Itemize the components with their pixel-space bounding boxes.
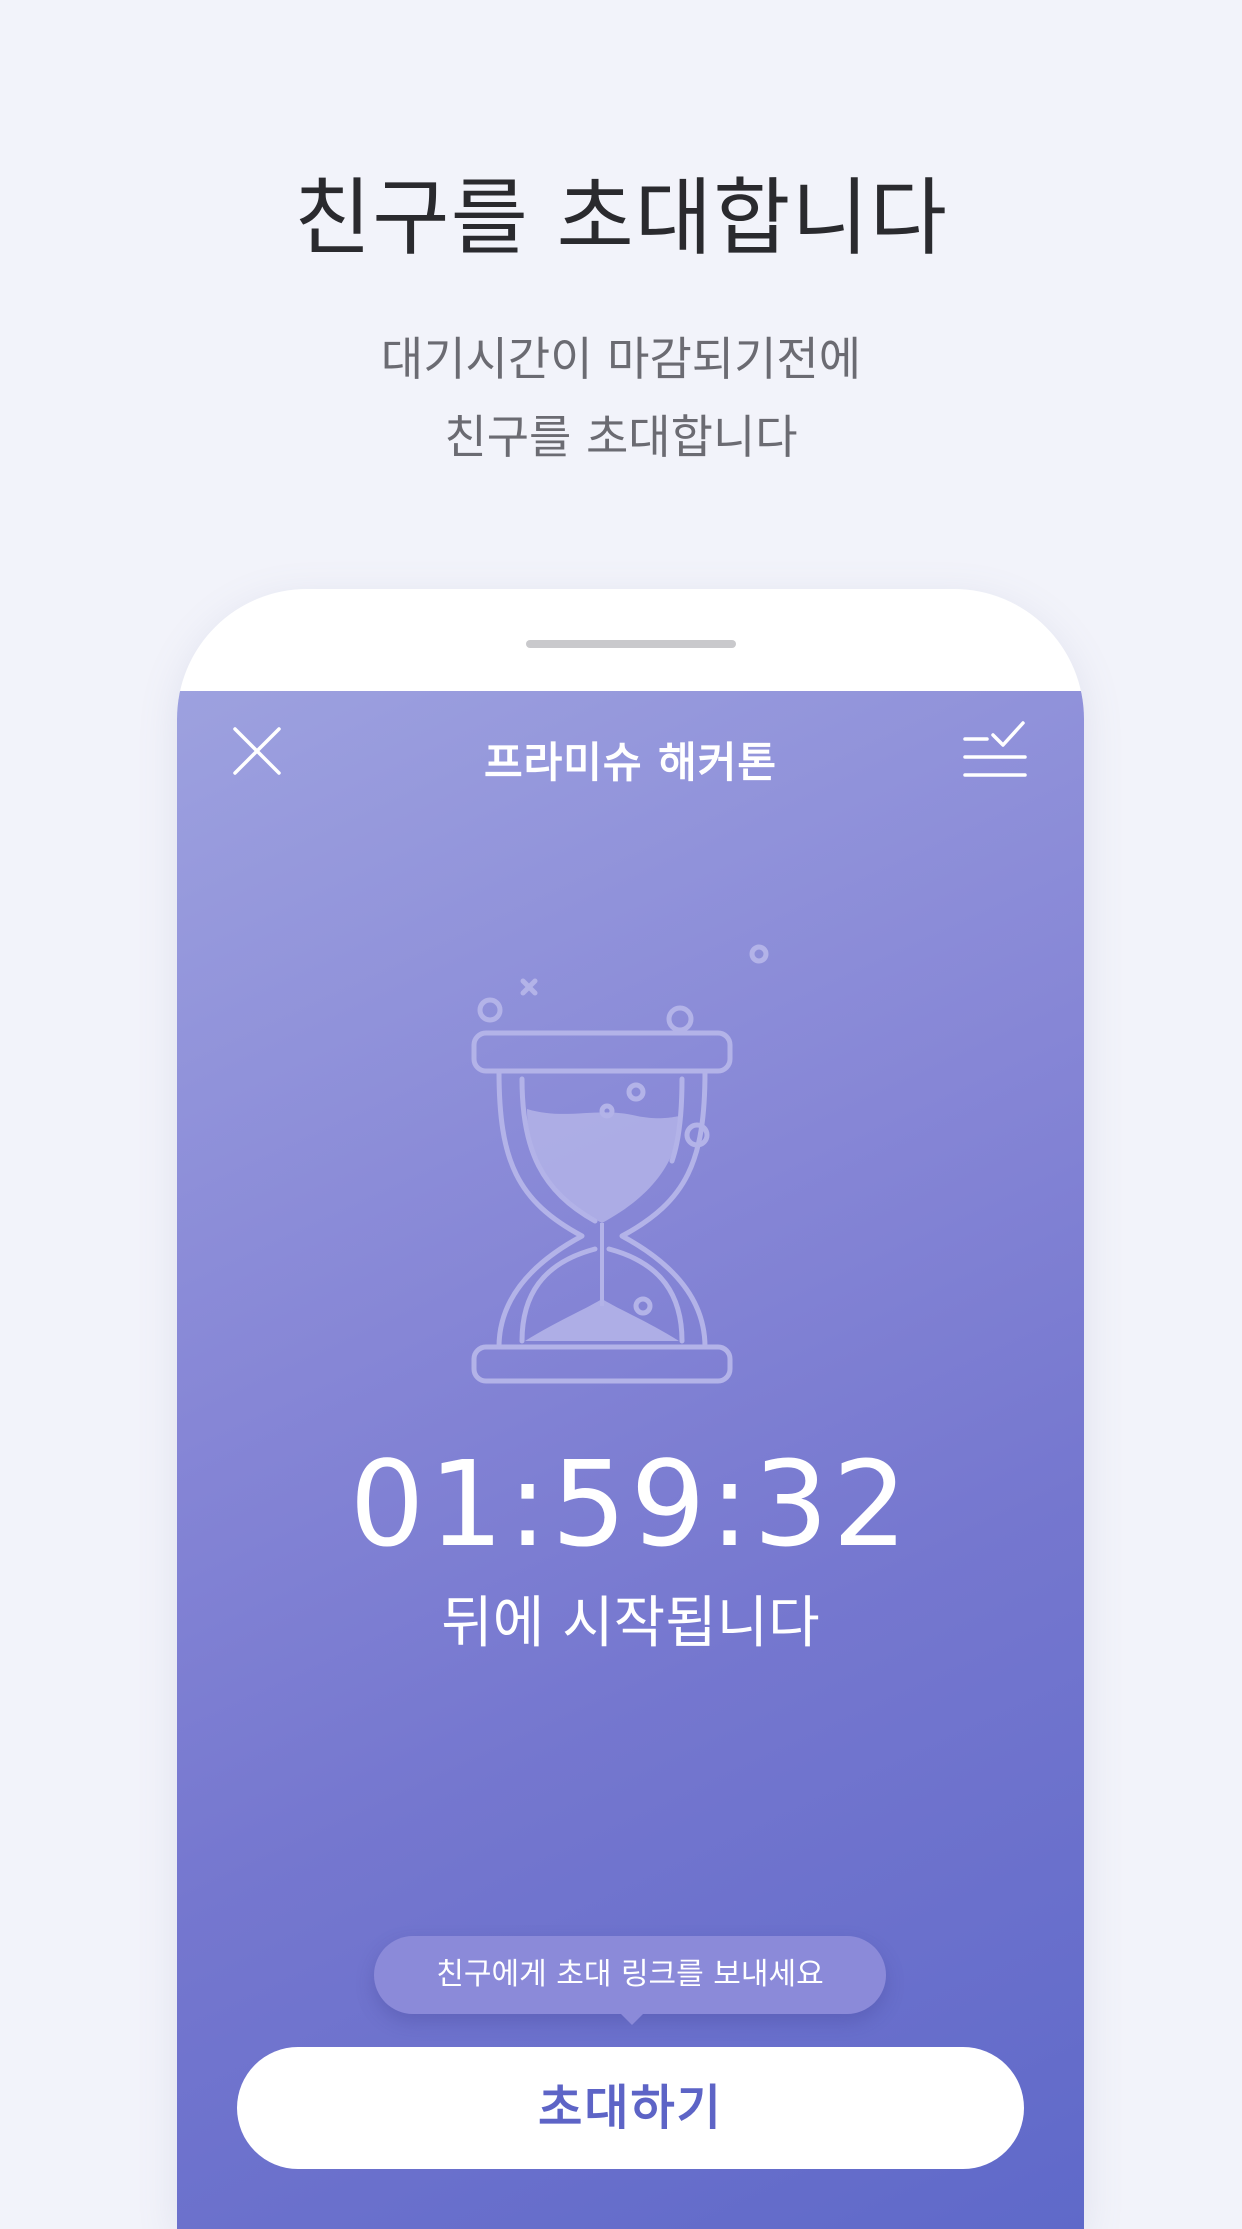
page-headline: 친구를 초대합니다 — [294, 169, 948, 267]
invite-tooltip: 친구에게 초대 링크를 보내세요 — [374, 1936, 886, 2014]
phone-mockup: 프라미슈 해커톤 01:59:32 뒤에 시작됩니다 친구에게 초대 링크를 보… — [177, 589, 1084, 2229]
invite-button[interactable]: 초대하기 — [237, 2047, 1024, 2169]
phone-speaker — [526, 640, 736, 648]
checklist-icon — [963, 721, 1027, 777]
tooltip-arrow — [616, 2009, 648, 2025]
countdown-timer: 01:59:32 — [349, 1435, 912, 1573]
page-subtitle: 대기시간이 마감되기전에 친구를 초대합니다 — [0, 320, 1242, 476]
subtitle-line-2: 친구를 초대합니다 — [444, 410, 798, 464]
hourglass-icon — [471, 944, 769, 1384]
checklist-button[interactable] — [961, 719, 1029, 783]
subtitle-line-1: 대기시간이 마감되기전에 — [380, 332, 862, 386]
app-screen: 프라미슈 해커톤 01:59:32 뒤에 시작됩니다 친구에게 초대 링크를 보… — [177, 691, 1084, 2229]
top-bar: 프라미슈 해커톤 — [177, 691, 1084, 821]
app-title: 프라미슈 해커톤 — [483, 738, 778, 787]
countdown-caption: 뒤에 시작됩니다 — [441, 1591, 820, 1656]
